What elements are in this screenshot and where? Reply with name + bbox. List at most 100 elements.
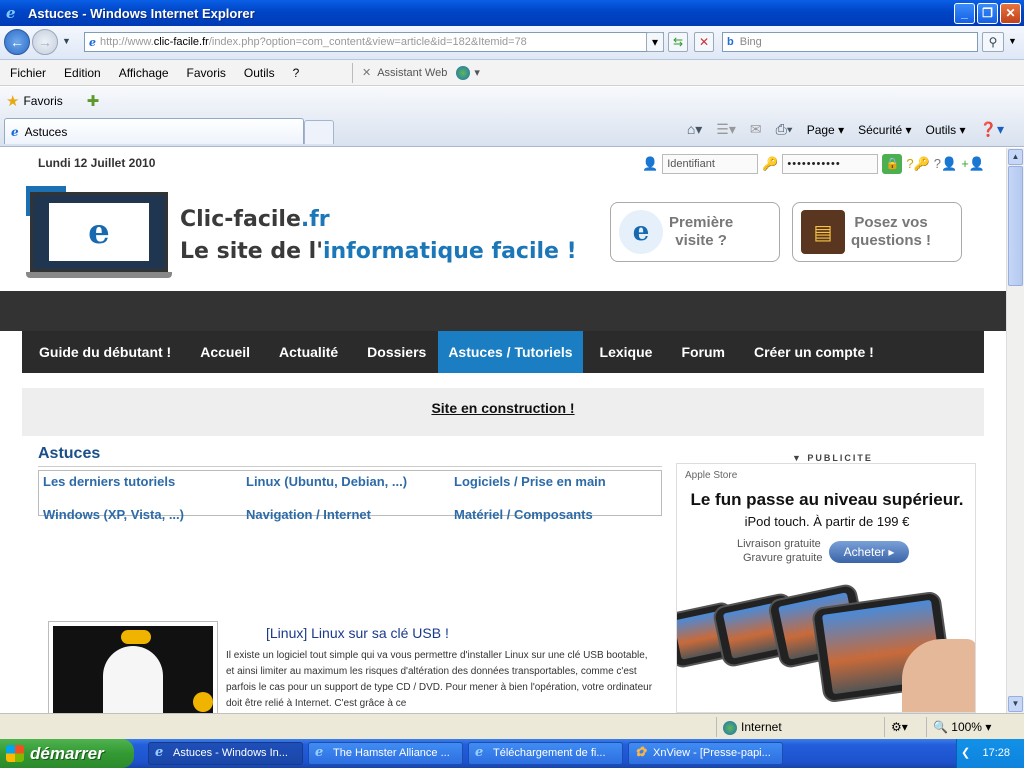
assistant-label: Assistant Web [377, 67, 448, 79]
category-link[interactable]: Logiciels / Prise en main [454, 474, 606, 489]
tab-label: Astuces [24, 124, 68, 139]
lost-login-icon[interactable]: ?👤 [934, 156, 957, 172]
start-button[interactable]: démarrer [0, 739, 134, 768]
site-logo[interactable]: e [26, 186, 172, 280]
vertical-scrollbar[interactable]: ▲ ▼ [1006, 148, 1024, 713]
taskbar: démarrer e Astuces - Windows In... e The H… [0, 739, 1024, 768]
ie-icon: e [315, 745, 324, 760]
zone-label: Internet [741, 720, 782, 734]
category-link[interactable]: Windows (XP, Vista, ...) [43, 507, 184, 522]
command-bar: ⌂▾ ☰▾ ✉ ⎙▾ Page ▾ Sécurité ▾ Outils ▾ ❓▾ [687, 121, 1004, 138]
forward-button[interactable]: → [32, 29, 58, 55]
tab-astuces[interactable]: e Astuces [4, 118, 304, 144]
login-field[interactable]: Identifiant [662, 154, 759, 174]
feeds-icon[interactable]: ☰▾ [716, 121, 736, 138]
taskbar-item-ie[interactable]: e Astuces - Windows In... [148, 742, 303, 765]
nav-actualite[interactable]: Actualité [262, 331, 350, 373]
ie-page-icon: e [89, 35, 96, 49]
protected-mode-icon[interactable]: ⚙▾ [884, 717, 924, 737]
site-tagline-a: Le site de l' [180, 239, 323, 264]
search-input[interactable]: b Bing [722, 32, 978, 52]
nav-astuces[interactable]: Astuces / Tutoriels [438, 331, 583, 373]
search-icon[interactable]: ⚲ [982, 32, 1004, 52]
ad-buy-button[interactable]: Acheter ▸ [829, 541, 909, 563]
globe-icon [456, 66, 471, 81]
category-link[interactable]: Matériel / Composants [454, 507, 593, 522]
refresh-icon[interactable]: ⇆ [668, 32, 688, 52]
ad-banner[interactable]: Apple Store Le fun passe au niveau supér… [676, 463, 976, 713]
maximize-button[interactable]: ❐ [977, 3, 998, 24]
stop-icon[interactable]: ✕ [694, 32, 714, 52]
securite-menu[interactable]: Sécurité ▾ [858, 123, 911, 137]
site-nav: Guide du débutant ! Accueil Actualité Do… [22, 331, 984, 373]
taskbar-item-download[interactable]: e Téléchargement de fi... [468, 742, 623, 765]
scroll-thumb[interactable] [1008, 166, 1023, 286]
status-bar: Internet ⚙▾ 🔍 100% ▾ [0, 713, 1024, 739]
mail-icon[interactable]: ✉ [750, 121, 762, 138]
first-visit-button[interactable]: e Première visite ? [610, 202, 780, 262]
hand-image [902, 639, 975, 712]
category-link[interactable]: Les derniers tutoriels [43, 474, 175, 489]
linux-penguin-image[interactable] [48, 621, 218, 713]
nav-accueil[interactable]: Accueil [183, 331, 262, 373]
category-link[interactable]: Navigation / Internet [246, 507, 371, 522]
nav-lexique[interactable]: Lexique [583, 331, 665, 373]
taskbar-item-hamster[interactable]: e The Hamster Alliance ... [308, 742, 463, 765]
page-label: Page [806, 122, 835, 137]
tray-arrow-icon[interactable]: ❮ [961, 739, 970, 768]
article-text: Il existe un logiciel tout simple qui va… [226, 650, 653, 709]
menu-outils[interactable]: Outils [244, 66, 275, 80]
outils-label: Outils [925, 122, 957, 137]
questions-button[interactable]: ▤ Posez vos questions ! [792, 202, 962, 262]
back-button[interactable]: ← [4, 29, 30, 55]
nav-guide[interactable]: Guide du débutant ! [22, 331, 183, 373]
add-favorite-icon[interactable]: ✚ [87, 92, 100, 110]
outils-menu[interactable]: Outils ▾ [925, 123, 965, 137]
nav-forum[interactable]: Forum [664, 331, 737, 373]
clic-logo-icon: e [619, 210, 663, 254]
minimize-button[interactable]: _ [954, 3, 975, 24]
url-prefix: http://www. [100, 36, 154, 48]
close-button[interactable]: ✕ [1000, 3, 1021, 24]
menu-fichier[interactable]: Fichier [10, 66, 46, 80]
clic-logo-icon: e [49, 203, 149, 261]
help-icon[interactable]: ❓▾ [980, 121, 1004, 138]
zone-indicator: Internet [716, 717, 882, 737]
menu-help[interactable]: ? [293, 66, 300, 80]
close-icon[interactable]: ✕ [362, 67, 371, 79]
menu-favoris[interactable]: Favoris [187, 66, 226, 80]
menu-edition[interactable]: Edition [64, 66, 101, 80]
clock[interactable]: 17:28 [982, 747, 1010, 759]
register-icon[interactable]: +👤 [961, 156, 985, 172]
zoom-control[interactable]: 🔍 100% ▾ [926, 717, 1006, 737]
url-path: /index.php?option=com_content&view=artic… [208, 36, 527, 48]
assistant-web[interactable]: ✕ Assistant Web ▾ [362, 66, 480, 81]
ad-line1: Livraison gratuite [737, 538, 821, 550]
start-label: démarrer [30, 744, 104, 763]
search-options-dropdown[interactable]: ▼ [1008, 36, 1017, 46]
page-menu[interactable]: Page ▾ [807, 123, 844, 137]
favoris-button[interactable]: Favoris [23, 94, 62, 108]
first-visit-line1: Première [669, 214, 734, 231]
lost-password-icon[interactable]: ?🔑 [906, 156, 929, 172]
address-dropdown[interactable]: ▾ [646, 32, 664, 52]
address-input[interactable]: e http://www. clic-facile.fr/index.php?op… [84, 32, 664, 52]
taskbar-item-xnview[interactable]: ✿ XnView - [Presse-papi... [628, 742, 783, 765]
nav-creer-compte[interactable]: Créer un compte ! [737, 331, 886, 373]
category-link[interactable]: Linux (Ubuntu, Debian, ...) [246, 474, 407, 489]
site-name: Clic-facile.fr Le site de l'informatique… [180, 204, 577, 268]
print-icon[interactable]: ⎙▾ [776, 121, 793, 138]
scroll-down-button[interactable]: ▼ [1008, 696, 1023, 712]
lock-icon[interactable]: 🔒 [882, 154, 903, 174]
article-title[interactable]: [Linux] Linux sur sa clé USB ! [266, 625, 449, 641]
nav-dossiers[interactable]: Dossiers [350, 331, 438, 373]
home-icon[interactable]: ⌂▾ [687, 121, 702, 138]
menu-affichage[interactable]: Affichage [119, 66, 169, 80]
globe-icon [723, 720, 737, 735]
recent-pages-dropdown[interactable]: ▼ [62, 36, 71, 46]
scroll-up-button[interactable]: ▲ [1008, 149, 1023, 165]
login-area: 👤 Identifiant 🔑 ••••••••••• 🔒 ?🔑 ?👤 +👤 [642, 154, 985, 174]
construction-link[interactable]: Site en construction ! [431, 400, 574, 416]
new-tab-button[interactable] [304, 120, 334, 144]
password-field[interactable]: ••••••••••• [782, 154, 879, 174]
